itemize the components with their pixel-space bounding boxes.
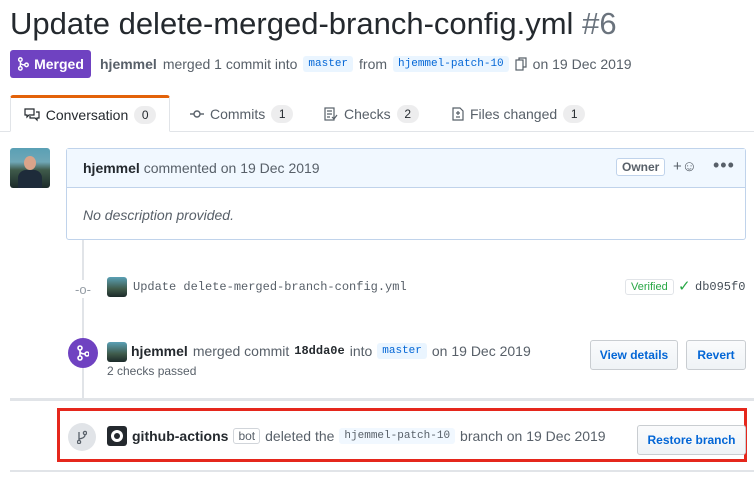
comment-discussion-icon	[24, 107, 40, 121]
commit-message-link[interactable]: Update delete-merged-branch-config.yml	[133, 280, 407, 294]
pr-title-text: Update delete-merged-branch-config.yml	[10, 6, 574, 41]
tab-counter: 1	[271, 104, 294, 123]
merge-event-date[interactable]: on 19 Dec 2019	[432, 343, 531, 359]
comment-action[interactable]: commented on 19 Dec 2019	[144, 160, 320, 176]
pr-title: Update delete-merged-branch-config.yml #…	[10, 2, 617, 46]
revert-button[interactable]: Revert	[686, 340, 746, 370]
branch-deleted-event: github-actions bot deleted the hjemmel-p…	[107, 426, 606, 446]
comment-box: hjemmel commented on 19 Dec 2019 Owner +…	[66, 148, 746, 240]
tab-commits[interactable]: Commits 1	[190, 96, 294, 131]
pr-number: #6	[582, 6, 617, 41]
view-details-button[interactable]: View details	[590, 340, 678, 370]
into-text: into	[349, 343, 373, 359]
delete-tail: branch on 19 Dec 2019	[460, 428, 606, 444]
from-text: from	[359, 56, 388, 72]
merge-author-link[interactable]: hjemmel	[131, 343, 188, 359]
tab-files-changed[interactable]: Files changed 1	[452, 96, 586, 131]
pr-meta: hjemmel merged 1 commit into master from…	[100, 50, 632, 78]
deleted-branch-ref: hjemmel-patch-10	[339, 428, 456, 444]
commit-sha-link[interactable]: db095f0	[695, 280, 745, 294]
delete-text: deleted the	[265, 428, 335, 444]
tab-checks[interactable]: Checks 2	[324, 96, 419, 131]
base-branch-ref[interactable]: master	[303, 56, 354, 72]
avatar[interactable]	[10, 148, 50, 188]
timeline-divider	[10, 398, 754, 401]
checks-status: 2 checks passed	[107, 364, 197, 378]
timeline-line	[82, 240, 84, 400]
merged-state-badge: Merged	[10, 50, 91, 78]
comment-meta: hjemmel commented on 19 Dec 2019	[83, 160, 320, 176]
pr-tabs: Conversation 0 Commits 1 Checks 2 Files …	[0, 95, 754, 132]
verified-badge[interactable]: Verified	[625, 279, 674, 295]
tab-label: Commits	[210, 105, 266, 122]
tab-label: Conversation	[45, 106, 129, 123]
comment-header: hjemmel commented on 19 Dec 2019 Owner +…	[67, 149, 745, 188]
avatar[interactable]	[107, 277, 127, 297]
tab-counter: 2	[396, 104, 419, 123]
timeline-bottom-border	[10, 470, 754, 472]
git-merge-icon	[68, 338, 98, 368]
merge-date: on 19 Dec 2019	[532, 56, 632, 72]
owner-badge: Owner	[616, 158, 666, 176]
actor-link[interactable]: github-actions	[132, 428, 228, 444]
git-branch-icon	[68, 423, 96, 451]
kebab-menu-icon[interactable]: •••	[713, 155, 735, 176]
head-branch-ref[interactable]: hjemmel-patch-10	[393, 56, 509, 72]
comment-body: No description provided.	[83, 207, 234, 223]
github-logo-icon[interactable]	[107, 426, 127, 446]
checklist-icon	[324, 106, 338, 121]
merge-event-text: merged commit	[192, 343, 290, 359]
merge-event: hjemmel merged commit 18dda0e into maste…	[131, 343, 531, 359]
merge-sha-link[interactable]: 18dda0e	[294, 344, 344, 358]
copy-icon[interactable]	[515, 57, 527, 71]
merge-branch-ref[interactable]: master	[377, 343, 427, 359]
restore-branch-button[interactable]: Restore branch	[637, 425, 746, 455]
add-reaction-icon[interactable]: +☺	[673, 158, 697, 175]
avatar[interactable]	[107, 342, 127, 362]
git-merge-icon	[18, 57, 30, 71]
bot-badge: bot	[233, 428, 261, 444]
pr-author-link[interactable]: hjemmel	[100, 56, 157, 72]
git-commit-icon: -o-	[74, 280, 92, 298]
tab-label: Checks	[344, 105, 391, 122]
check-icon[interactable]: ✓	[678, 277, 691, 295]
git-commit-icon	[190, 109, 204, 118]
tab-conversation[interactable]: Conversation 0	[10, 95, 170, 132]
tab-label: Files changed	[470, 105, 558, 122]
state-label: Merged	[34, 56, 84, 72]
comment-author-link[interactable]: hjemmel	[83, 160, 140, 176]
merge-summary: merged 1 commit into	[162, 56, 298, 72]
tab-counter: 1	[563, 104, 586, 123]
tab-counter: 0	[134, 105, 157, 124]
file-diff-icon	[452, 106, 464, 121]
